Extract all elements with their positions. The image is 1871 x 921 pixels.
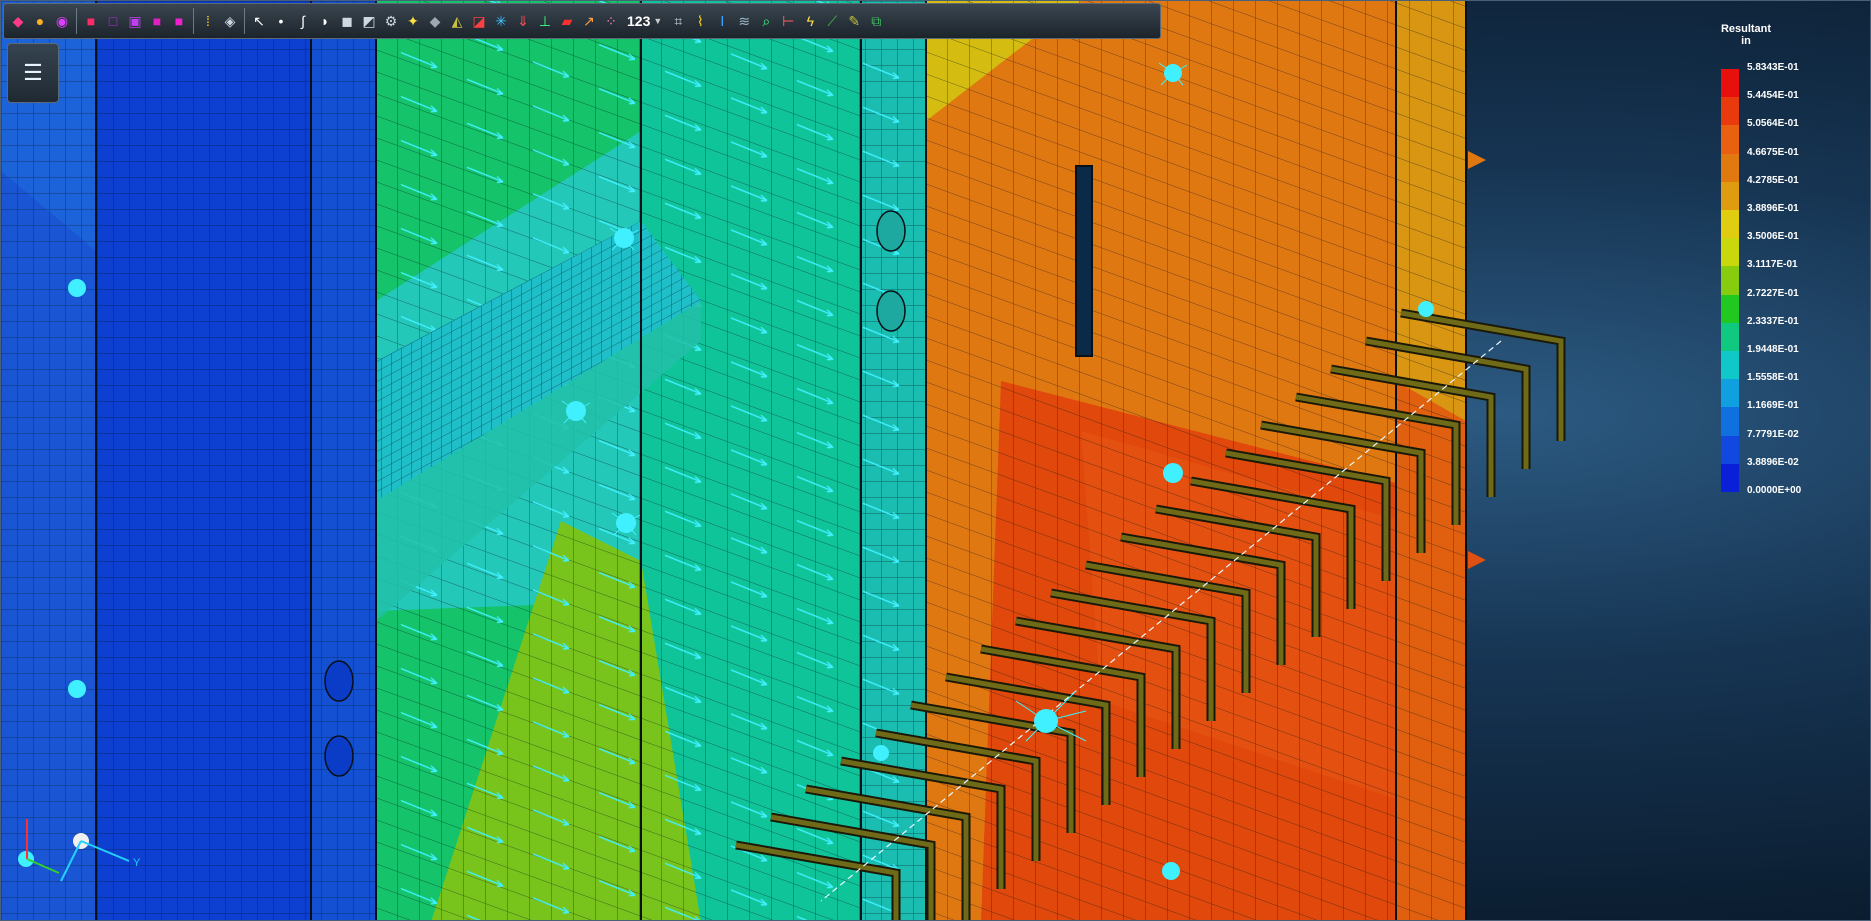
legend-color-cell: [1721, 181, 1739, 211]
box-wire-icon[interactable]: □: [103, 8, 123, 34]
ball-shading-icon[interactable]: ●: [30, 8, 50, 34]
legend-tick-label: 3.8896E-02: [1747, 456, 1799, 468]
legend-color-cell: [1721, 294, 1739, 324]
load-icon[interactable]: ⇓: [513, 8, 533, 34]
legend-color-cell: [1721, 379, 1739, 408]
element-icon[interactable]: ◆: [425, 8, 445, 34]
legend-tick-label: 4.2785E-01: [1747, 174, 1799, 186]
solid-cut-icon[interactable]: ◩: [359, 8, 379, 34]
marker-icon[interactable]: ⁞: [198, 8, 218, 34]
legend-result-name: Resultant: [1720, 23, 1772, 35]
legend-tick-label: 1.5558E-01: [1747, 372, 1799, 384]
constraint-icon[interactable]: ⊥: [535, 8, 555, 34]
legend-tick-label: 0.0000E+00: [1747, 485, 1802, 496]
list-panel-icon: ☰: [23, 60, 43, 85]
clip-icon[interactable]: ⊢: [778, 8, 798, 34]
legend-color-cell: [1721, 322, 1739, 352]
legend-color-cell: [1721, 238, 1739, 267]
bar-icon[interactable]: ⟋: [822, 8, 842, 34]
cube-icon[interactable]: ◪: [469, 8, 489, 34]
beam-section-icon[interactable]: Ⅰ: [712, 8, 732, 34]
legend-tick-label: 1.1669E-01: [1747, 400, 1799, 412]
legend-color-cell: [1721, 125, 1739, 155]
box-solid-icon[interactable]: ■: [147, 8, 167, 34]
toolbar-separator: [244, 8, 245, 34]
surface-icon[interactable]: ◗: [315, 8, 335, 34]
find-icon[interactable]: ⌕: [756, 8, 776, 34]
legend-tick-label: 5.4454E-01: [1747, 90, 1799, 102]
legend-color-cell: [1721, 407, 1739, 437]
legend-tick-label: 3.5006E-01: [1747, 231, 1799, 243]
legend-tick-label: 4.6675E-01: [1747, 146, 1799, 158]
box-wire-2-icon[interactable]: ▣: [125, 8, 145, 34]
triad-y-label: Y: [133, 857, 141, 869]
pen-icon[interactable]: ✎: [844, 8, 864, 34]
layers-icon[interactable]: ≋: [734, 8, 754, 34]
main-toolbar: ◆ ● ◉ ■ □ ▣ ■ ■ ⁞ ◈ ↖ • ∫ ◗ ◼ ◩ ⚙ ✦ ◆ ◭ …: [3, 3, 1161, 39]
legend-title: Resultant in: [1701, 23, 1791, 47]
legend-tick-label: 3.8896E-01: [1747, 203, 1799, 214]
cursor-icon[interactable]: ↖: [249, 8, 269, 34]
counter-field[interactable]: 123 ▼: [623, 13, 666, 29]
display-options-icon[interactable]: ◆: [8, 8, 28, 34]
legend-color-cell: [1721, 435, 1739, 465]
legend-colorbar: [1721, 69, 1739, 493]
node-icon[interactable]: ✦: [403, 8, 423, 34]
gear-icon[interactable]: ⚙: [381, 8, 401, 34]
solid-icon[interactable]: ◼: [337, 8, 357, 34]
box-solid-2-icon[interactable]: ■: [169, 8, 189, 34]
legend-color-cell: [1721, 210, 1739, 239]
legend-color-cell: [1721, 153, 1739, 183]
eye-box-icon[interactable]: ◈: [220, 8, 240, 34]
curve-icon[interactable]: ∫: [293, 8, 313, 34]
legend-color-cell: [1721, 266, 1739, 296]
legend-color-cell: [1721, 351, 1739, 380]
dots-icon[interactable]: ⁘: [601, 8, 621, 34]
legend-color-cell: [1721, 69, 1739, 98]
fea-application-window: Y ◆ ● ◉ ■ □ ▣ ■ ■ ⁞ ◈ ↖ • ∫ ◗ ◼ ◩ ⚙ ✦ ◆ …: [0, 0, 1871, 921]
sphere-wireframe-icon[interactable]: ◉: [52, 8, 72, 34]
lightning-icon[interactable]: ϟ: [800, 8, 820, 34]
toolbar-separator: [76, 8, 77, 34]
ruler-icon[interactable]: ⌗: [668, 8, 688, 34]
box-red-icon[interactable]: ■: [81, 8, 101, 34]
model-viewport[interactable]: [1, 1, 1871, 921]
legend-tick-label: 3.1117E-01: [1747, 259, 1798, 271]
legend-color-cell: [1721, 97, 1739, 126]
spring-icon[interactable]: ⌇: [690, 8, 710, 34]
point-icon[interactable]: •: [271, 8, 291, 34]
mesh-icon[interactable]: ◭: [447, 8, 467, 34]
chevron-down-icon[interactable]: ▼: [653, 16, 662, 26]
legend-unit: in: [1741, 35, 1751, 47]
coord-icon[interactable]: ↗: [579, 8, 599, 34]
legend-tick-label: 5.8343E-01: [1747, 62, 1799, 73]
toolbar-separator: [193, 8, 194, 34]
model-browser-button[interactable]: ☰: [7, 43, 59, 103]
weld-icon[interactable]: ⧉: [866, 8, 886, 34]
legend-color-cell: [1721, 463, 1739, 493]
legend-tick-label: 2.7227E-01: [1747, 287, 1799, 299]
counter-value: 123: [627, 13, 651, 29]
rbe-icon[interactable]: ✳: [491, 8, 511, 34]
legend-tick-label: 1.9448E-01: [1747, 344, 1799, 355]
legend-tick-label: 7.7791E-02: [1747, 428, 1799, 440]
plane-icon[interactable]: ▰: [557, 8, 577, 34]
legend-tick-label: 5.0564E-01: [1747, 118, 1799, 130]
legend-tick-label: 2.3337E-01: [1747, 315, 1799, 327]
